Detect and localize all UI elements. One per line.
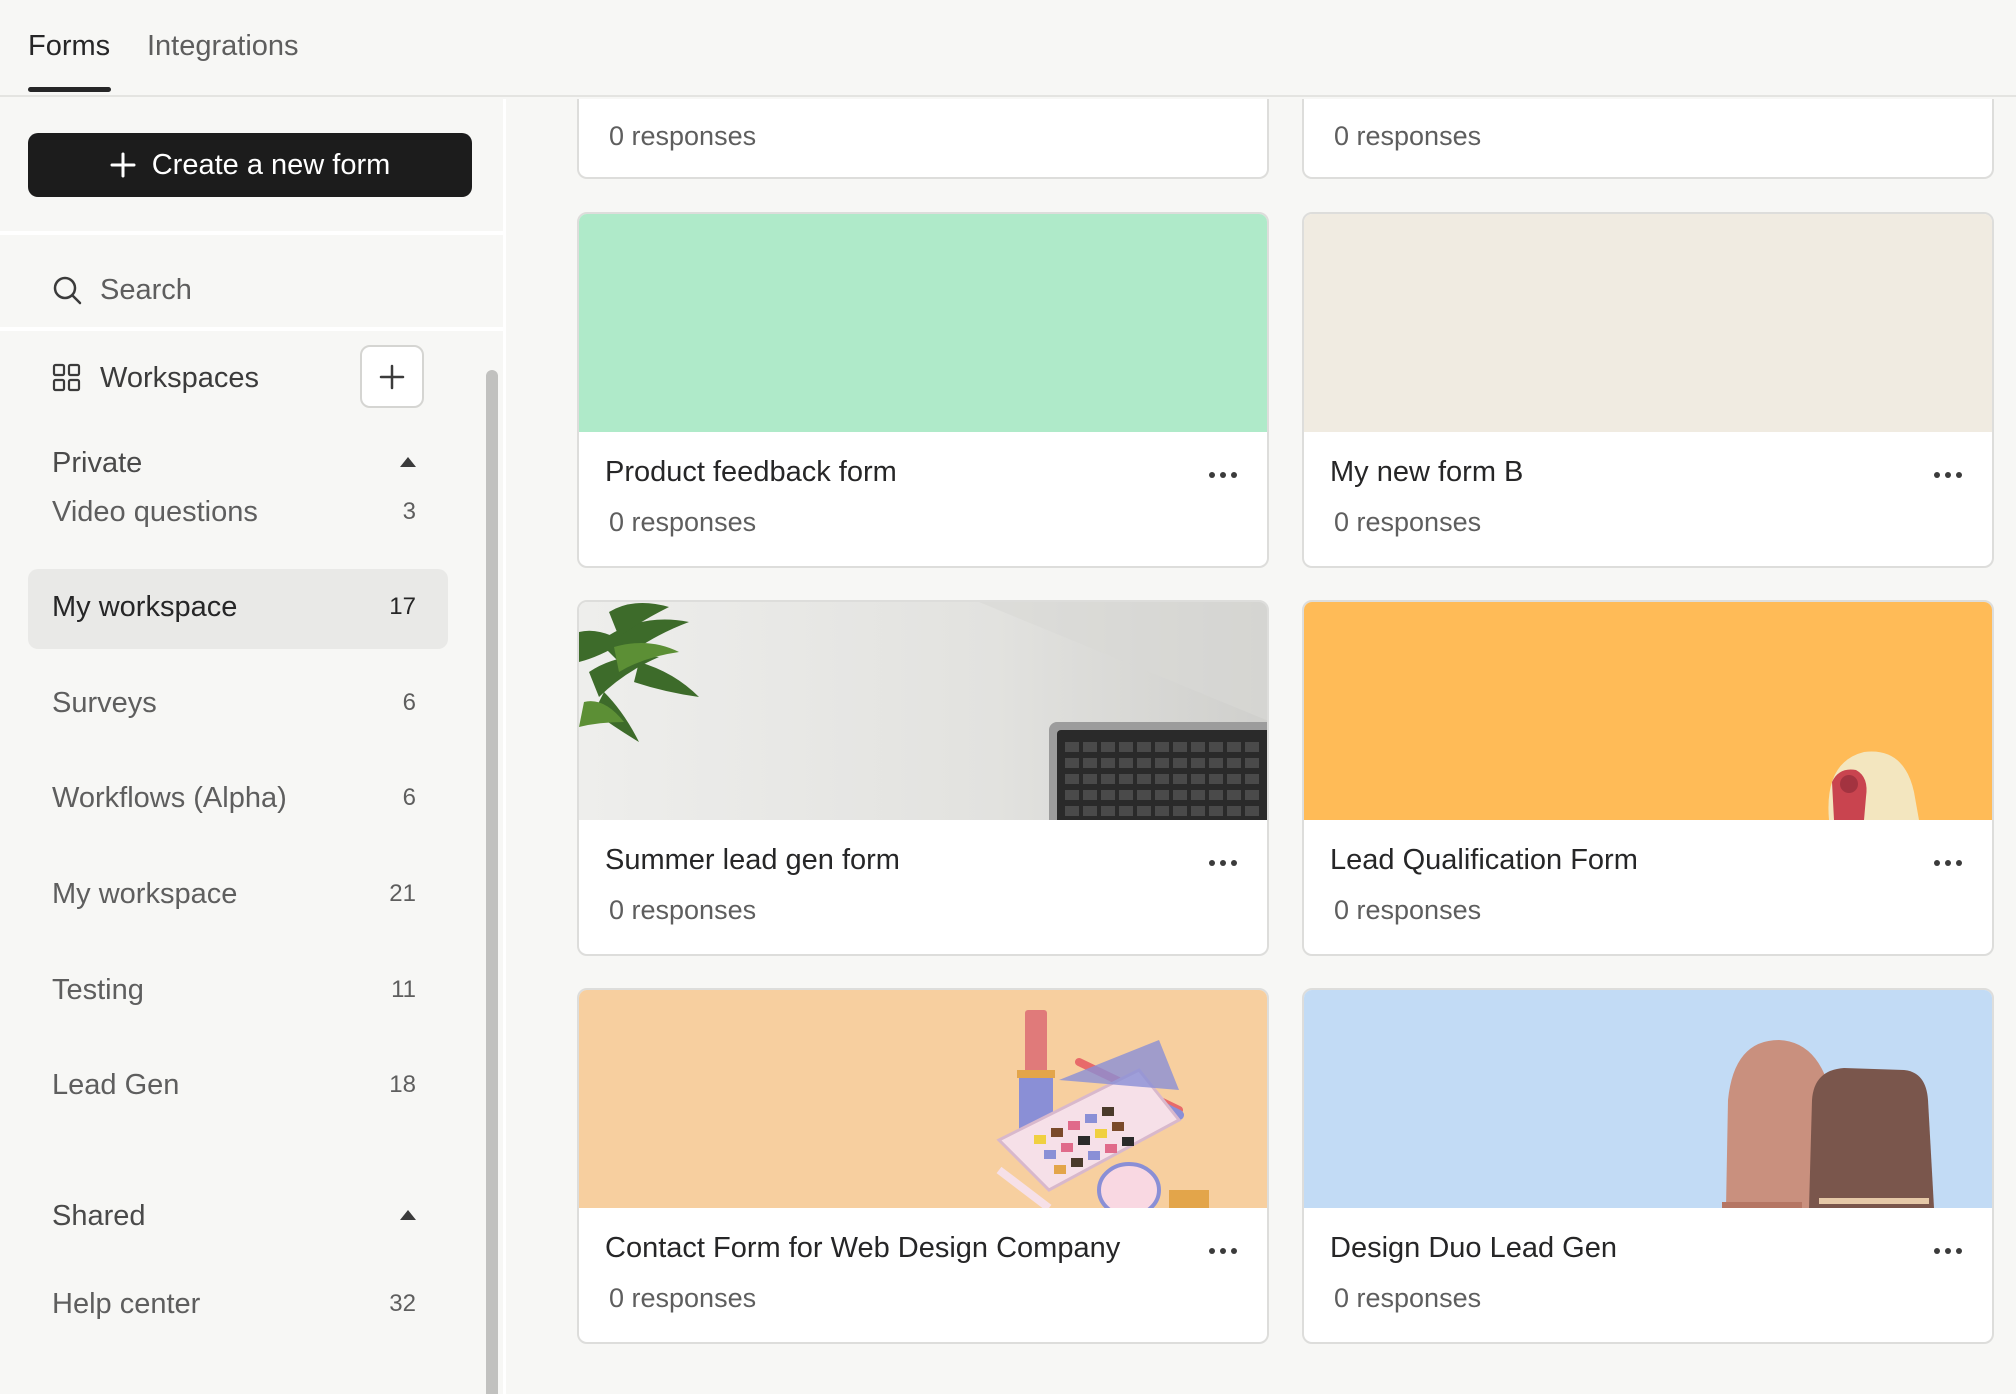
tab-forms[interactable]: Forms [28,28,110,64]
form-responses: 0 responses [609,121,757,151]
form-cover-makeup-illustration [579,990,1267,1208]
form-responses: 0 responses [609,1283,757,1313]
form-cover [1304,214,1992,432]
form-responses: 0 responses [1334,895,1482,925]
top-tab-bar: Forms Integrations [0,0,2016,97]
workspace-count: 6 [402,784,416,811]
form-title: Contact Form for Web Design Company [605,1232,1121,1264]
more-icon[interactable] [1203,1236,1243,1266]
active-tab-indicator [28,87,111,92]
caret-up-icon[interactable] [400,457,416,467]
workspace-name: Testing [52,974,144,1006]
form-title: Summer lead gen form [605,844,900,876]
workspace-name: Lead Gen [52,1069,180,1101]
form-responses: 0 responses [1334,1283,1482,1313]
workspace-count: 32 [389,1290,416,1317]
form-card[interactable]: Design Duo Lead Gen 0 responses [1302,988,1994,1344]
workspace-name: Help center [52,1288,201,1320]
sidebar-scrollbar[interactable] [486,370,498,1394]
form-responses: 0 responses [609,895,757,925]
workspace-count: 17 [389,593,416,620]
workspace-name: Video questions [52,496,258,528]
form-title: Lead Qualification Form [1330,844,1638,876]
form-cover-desk-photo [579,602,1267,820]
form-title: Design Duo Lead Gen [1330,1232,1617,1264]
sidebar-workspace-item[interactable]: Testing 11 [28,952,448,1032]
form-cover-blue-illustration [1304,990,1992,1208]
plus-icon [378,363,406,391]
workspace-name: My workspace [52,591,238,623]
divider [0,231,506,235]
workspaces-header: Workspaces [52,353,259,403]
form-card[interactable]: Lead Qualification Form 0 responses [1302,600,1994,956]
sidebar-workspace-item[interactable]: Lead Gen 18 [28,1047,448,1127]
form-card[interactable]: My new form B 0 responses [1302,212,1994,568]
forms-grid: 0 responses 0 responses Product feedback… [509,99,2016,1394]
form-responses: 0 responses [1334,121,1482,151]
add-workspace-button[interactable] [360,345,424,408]
workspace-count: 18 [389,1071,416,1098]
sidebar-workspace-item[interactable]: Workflows (Alpha) 6 [28,760,448,840]
plus-icon [110,152,136,178]
sidebar-workspace-item[interactable]: My workspace 17 [28,569,448,649]
more-icon[interactable] [1203,848,1243,878]
workspace-count: 21 [389,880,416,907]
search-button[interactable]: Search [52,265,192,315]
workspace-name: Surveys [52,687,157,719]
shared-section-label: Shared [52,1200,146,1232]
divider [0,327,506,331]
sidebar: Create a new form Search Workspaces Priv… [0,99,506,1394]
workspace-count: 11 [391,976,416,1003]
form-card[interactable]: Contact Form for Web Design Company 0 re… [577,988,1269,1344]
sidebar-shared-workspace-item[interactable]: Help center 32 [28,1266,448,1346]
create-form-button[interactable]: Create a new form [28,133,472,197]
form-card[interactable]: Product feedback form 0 responses [577,212,1269,568]
form-title: Product feedback form [605,456,897,488]
more-icon[interactable] [1928,1236,1968,1266]
workspace-name: Workflows (Alpha) [52,782,287,814]
caret-up-icon[interactable] [400,1210,416,1220]
workspace-name: My workspace [52,878,238,910]
form-cover [579,214,1267,432]
grid-icon [52,363,82,393]
workspace-count: 6 [402,689,416,716]
more-icon[interactable] [1928,460,1968,490]
more-icon[interactable] [1928,848,1968,878]
search-icon [52,275,82,305]
form-responses: 0 responses [1334,507,1482,537]
workspace-count: 3 [402,498,416,525]
form-cover-orange-illustration [1304,602,1992,820]
more-icon[interactable] [1203,460,1243,490]
sidebar-workspace-item[interactable]: My workspace 21 [28,856,448,936]
search-label: Search [100,273,192,306]
form-card[interactable]: 0 responses [1302,99,1994,179]
form-responses: 0 responses [609,507,757,537]
form-card[interactable]: 0 responses [577,99,1269,179]
tab-integrations[interactable]: Integrations [147,28,299,64]
sidebar-workspace-item[interactable]: Surveys 6 [28,665,448,745]
form-card[interactable]: Summer lead gen form 0 responses [577,600,1269,956]
form-title: My new form B [1330,456,1524,488]
workspaces-label: Workspaces [100,361,260,394]
sidebar-workspace-item[interactable]: Video questions 3 [28,474,448,554]
create-form-label: Create a new form [151,148,391,181]
